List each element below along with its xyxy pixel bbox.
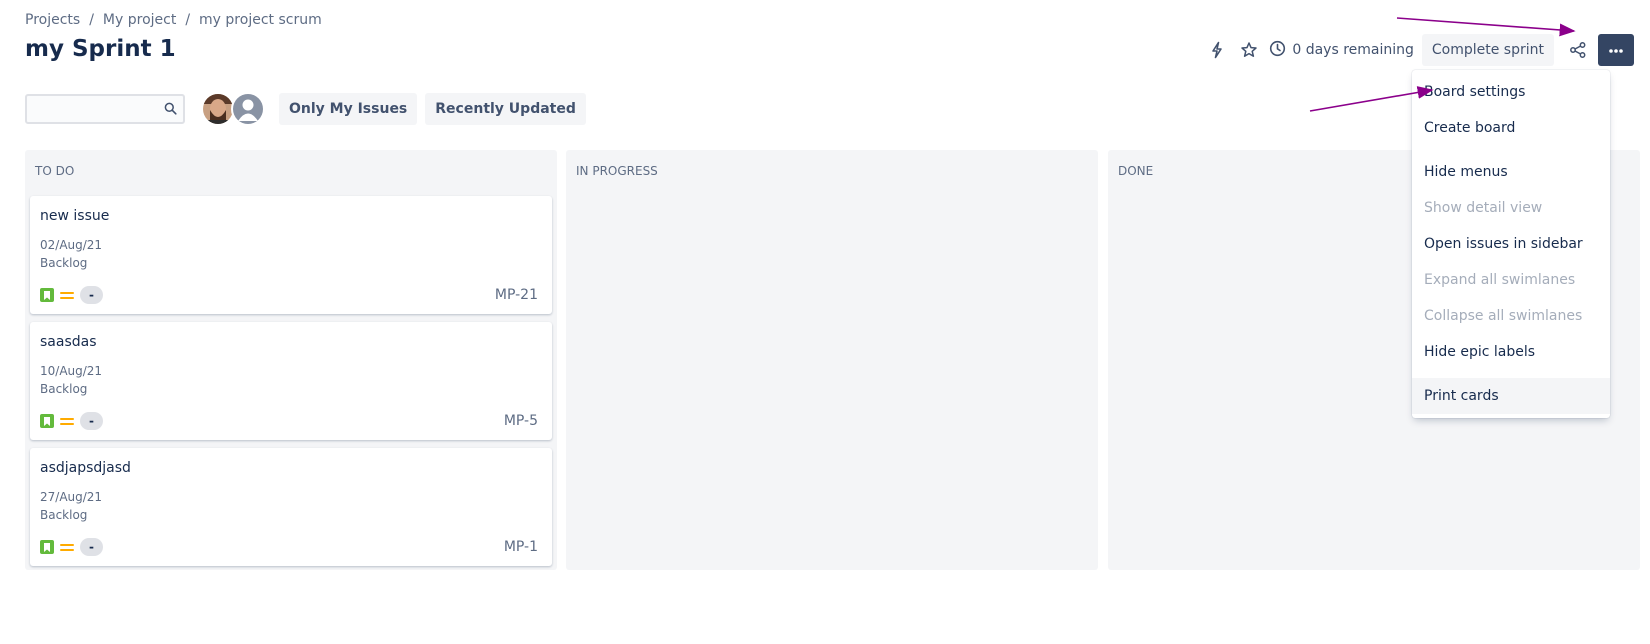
menu-item-create-board[interactable]: Create board	[1412, 110, 1610, 146]
share-icon[interactable]	[1562, 34, 1594, 66]
card-footer: - MP-5	[40, 412, 538, 430]
column-header: IN PROGRESS	[576, 164, 658, 178]
menu-divider	[1412, 370, 1610, 378]
board-filters: Only My Issues Recently Updated	[25, 92, 586, 126]
story-icon	[40, 288, 54, 302]
menu-divider	[1412, 146, 1610, 154]
issue-status: Backlog	[40, 508, 88, 522]
menu-item-open-issues-in-sidebar[interactable]: Open issues in sidebar	[1412, 226, 1610, 262]
days-remaining-label: 0 days remaining	[1292, 42, 1414, 58]
breadcrumb-separator: /	[89, 12, 94, 28]
menu-item-board-settings[interactable]: Board settings	[1412, 74, 1610, 110]
menu-item-expand-all-swimlanes: Expand all swimlanes	[1424, 272, 1576, 288]
breadcrumb-separator: /	[185, 12, 191, 28]
recently-updated-filter[interactable]: Recently Updated	[425, 93, 586, 125]
estimate-badge: -	[80, 538, 103, 556]
issue-status: Backlog	[40, 256, 88, 270]
column-header: TO DO	[35, 164, 75, 178]
search-icon	[164, 100, 177, 119]
assignee-filter	[201, 92, 265, 126]
issue-card[interactable]: saasdas 10/Aug/21 Backlog - MP-5	[30, 322, 552, 440]
estimate-badge: -	[80, 286, 103, 304]
menu-item-print-cards[interactable]: Print cards	[1412, 378, 1610, 414]
card-footer: - MP-1	[40, 538, 538, 556]
lightning-bolt-icon[interactable]	[1201, 34, 1233, 66]
breadcrumb-my-project[interactable]: My project	[103, 12, 176, 28]
issue-summary: asdjapsdjasd	[40, 460, 131, 476]
column-todo: TO DO new issue 02/Aug/21 Backlog - MP-2…	[25, 150, 557, 570]
complete-sprint-button[interactable]: Complete sprint	[1421, 34, 1554, 66]
card-footer: - MP-21	[40, 286, 538, 304]
issue-status: Backlog	[40, 382, 88, 396]
story-icon	[40, 540, 54, 554]
menu-item-show-detail-view: Show detail view	[1424, 200, 1543, 216]
menu-item-hide-menus[interactable]: Hide menus	[1412, 154, 1610, 190]
user-avatar[interactable]	[201, 92, 235, 126]
issue-summary: new issue	[40, 208, 110, 224]
estimate-badge: -	[80, 412, 103, 430]
annotation-arrow-to-more-button	[1396, 17, 1576, 37]
board-toolbar: 0 days remaining Complete sprint	[1201, 34, 1634, 66]
clock-icon	[1269, 40, 1286, 61]
issue-key[interactable]: MP-5	[504, 413, 538, 429]
issue-card[interactable]: asdjapsdjasd 27/Aug/21 Backlog - MP-1	[30, 448, 552, 566]
priority-medium-icon	[60, 288, 74, 302]
board-actions-menu: Board settings Create board Hide menus S…	[1412, 70, 1610, 418]
only-my-issues-filter[interactable]: Only My Issues	[279, 93, 418, 125]
sprint-remaining: 0 days remaining	[1269, 40, 1414, 61]
issue-summary: saasdas	[40, 334, 97, 350]
issue-date: 02/Aug/21	[40, 238, 103, 252]
menu-item-hide-epic-labels[interactable]: Hide epic labels	[1412, 334, 1610, 370]
more-actions-button[interactable]	[1598, 34, 1634, 66]
more-icon	[1608, 42, 1624, 58]
issue-date: 10/Aug/21	[40, 364, 103, 378]
priority-medium-icon	[60, 414, 74, 428]
breadcrumb: Projects / My project / my project scrum	[25, 12, 322, 28]
star-icon[interactable]	[1233, 34, 1265, 66]
story-icon	[40, 414, 54, 428]
issue-date: 27/Aug/21	[40, 490, 103, 504]
breadcrumb-board[interactable]: my project scrum	[199, 12, 322, 28]
priority-medium-icon	[60, 540, 74, 554]
page-title: my Sprint 1	[25, 36, 176, 62]
issue-key[interactable]: MP-21	[495, 287, 538, 303]
menu-item-collapse-all-swimlanes: Collapse all swimlanes	[1424, 308, 1583, 324]
search-input[interactable]	[25, 94, 185, 124]
default-avatar[interactable]	[231, 92, 265, 126]
breadcrumb-projects[interactable]: Projects	[25, 12, 80, 28]
issue-card[interactable]: new issue 02/Aug/21 Backlog - MP-21	[30, 196, 552, 314]
column-in-progress: IN PROGRESS	[566, 150, 1098, 570]
issue-key[interactable]: MP-1	[504, 539, 538, 555]
